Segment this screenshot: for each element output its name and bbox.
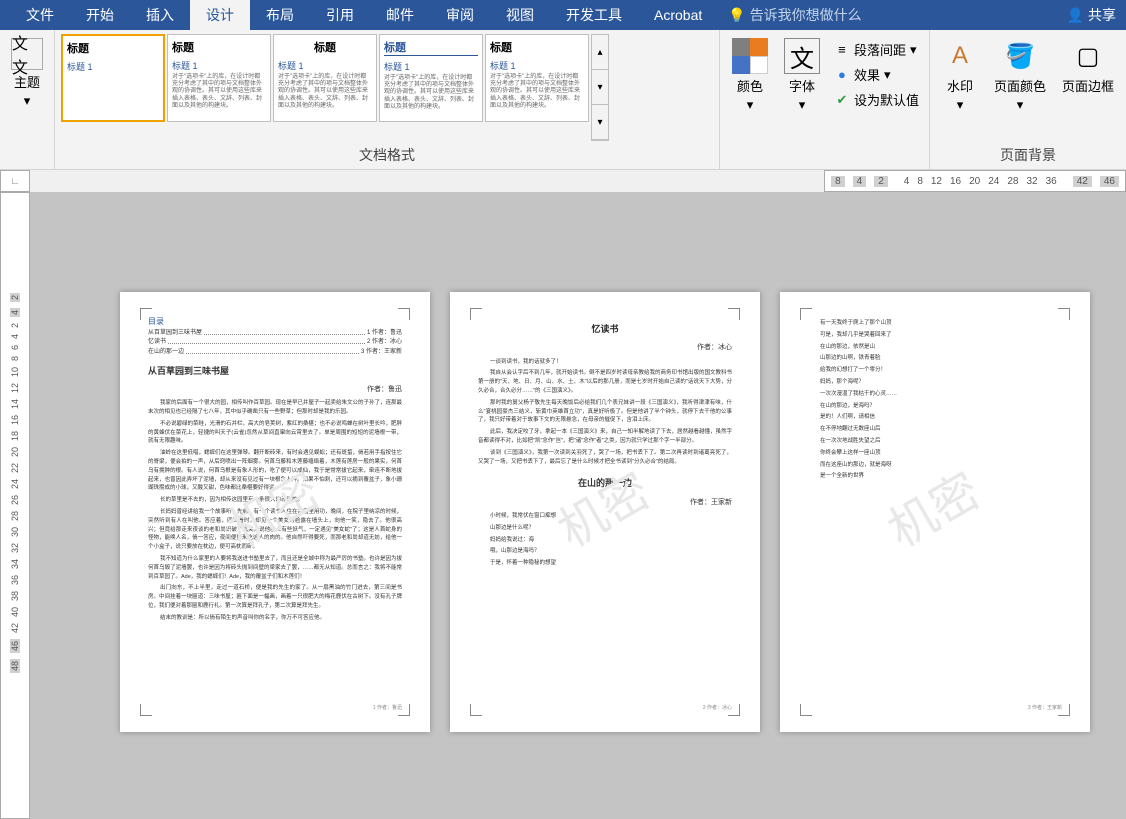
tab-mail[interactable]: 邮件 [370, 0, 430, 30]
paragraph-spacing-button[interactable]: ≡ 段落间距 ▾ [830, 38, 923, 61]
page-color-button[interactable]: 🪣 页面颜色 ▾ [988, 34, 1052, 141]
tell-me-search[interactable]: 💡 告诉我你想做什么 [728, 5, 861, 25]
page-border-label: 页面边框 [1062, 76, 1114, 95]
style-thumb-2[interactable]: 标题 标题 1 对于"选项卡"上的库，在设计时都充分考虑了其中的项与文档整体外观… [167, 34, 271, 122]
style-thumb-body: 对于"选项卡"上的库，在设计时都充分考虑了其中的项与文档整体外观的协调性。其可以… [490, 74, 584, 110]
colors-label: 颜色 [737, 76, 763, 95]
tab-references[interactable]: 引用 [310, 0, 370, 30]
lightbulb-icon: 💡 [728, 7, 745, 24]
page1-author: 作者：鲁迅 [148, 384, 402, 395]
bucket-icon: 🪣 [1002, 38, 1038, 74]
group-label-docformat: 文档格式 [61, 141, 713, 165]
chevron-down-icon: ▾ [747, 97, 754, 113]
page-3[interactable]: 机密 有一天我终于爬上了那个山顶可是，我却几乎是哭着回来了在山的那边，依然是山山… [780, 292, 1090, 732]
chevron-down-icon: ▾ [957, 97, 964, 113]
watermark-icon: A [942, 38, 978, 74]
page3-footer: 3 作者：王家新 [1028, 704, 1062, 712]
spacing-icon: ≡ [834, 42, 850, 58]
tab-insert[interactable]: 插入 [130, 0, 190, 30]
tab-file[interactable]: 文件 [10, 0, 70, 30]
style-thumb-4[interactable]: 标题 标题 1 对于"选项卡"上的库，在设计时都充分考虑了其中的项与文档整体外观… [379, 34, 483, 122]
style-thumb-1[interactable]: 标题 标题 1 [61, 34, 165, 122]
group-label-pagebg: 页面背景 [936, 141, 1120, 165]
page2-author2: 作者：王家新 [478, 497, 732, 508]
ruler-horizontal[interactable]: 84248121620242832364246 [824, 170, 1126, 192]
gallery-scroll: ▴ ▾ ▾ [591, 34, 609, 141]
ruler-vertical[interactable]: 2424681012141618202224262830323436384042… [0, 192, 30, 819]
themes-label: 主题 [14, 72, 40, 91]
set-default-label: 设为默认值 [854, 90, 919, 109]
style-thumb-body: 对于"选项卡"上的库，在设计时都充分考虑了其中的项与文档整体外观的协调性。其可以… [278, 74, 372, 110]
tab-design[interactable]: 设计 [190, 0, 250, 30]
gallery-more-button[interactable]: ▾ [592, 105, 608, 140]
style-thumb-sub: 标题 1 [67, 60, 159, 73]
toc-heading: 目录 [148, 316, 402, 329]
themes-icon: 文文 [11, 38, 43, 70]
tab-acrobat[interactable]: Acrobat [638, 2, 718, 28]
style-thumb-3[interactable]: 标题 标题 1 对于"选项卡"上的库，在设计时都充分考虑了其中的项与文档整体外观… [273, 34, 377, 122]
style-gallery: 标题 标题 1 标题 标题 1 对于"选项卡"上的库，在设计时都充分考虑了其中的… [61, 34, 713, 141]
style-thumb-sub: 标题 1 [278, 59, 372, 72]
fonts-label: 字体 [789, 76, 815, 95]
set-default-button[interactable]: ✔ 设为默认值 [830, 88, 923, 111]
share-button[interactable]: 👤 共享 [1067, 5, 1116, 25]
style-thumb-5[interactable]: 标题 标题 1 对于"选项卡"上的库，在设计时都充分考虑了其中的项与文档整体外观… [485, 34, 589, 122]
fonts-button[interactable]: 文 字体 ▾ [778, 34, 826, 145]
style-thumb-body: 对于"选项卡"上的库，在设计时都充分考虑了其中的项与文档整体外观的协调性。其可以… [384, 75, 478, 111]
colors-button[interactable]: 颜色 ▾ [726, 34, 774, 145]
tab-view[interactable]: 视图 [490, 0, 550, 30]
themes-button[interactable]: 文文 主题 ▾ [6, 34, 48, 109]
paragraph-spacing-label: 段落间距 [854, 40, 906, 59]
tell-me-label: 告诉我你想做什么 [750, 5, 862, 25]
ribbon-tabs: 文件 开始 插入 设计 布局 引用 邮件 审阅 视图 开发工具 Acrobat … [0, 0, 1126, 30]
style-thumb-title: 标题 [172, 39, 266, 55]
chevron-down-icon: ▾ [799, 97, 806, 113]
color-swatch-icon [732, 38, 768, 74]
watermark-button[interactable]: A 水印 ▾ [936, 34, 984, 141]
page2-title1: 忆读书 [478, 322, 732, 336]
chevron-down-icon: ▾ [24, 93, 31, 109]
page-1[interactable]: 机密 目录 从百草园到三味书屋1 作者：鲁迅忆读书2 作者：冰心在山的那一边3 … [120, 292, 430, 732]
page-color-label: 页面颜色 [994, 76, 1046, 95]
style-thumb-title: 标题 [67, 40, 159, 56]
tab-layout[interactable]: 布局 [250, 0, 310, 30]
style-thumb-body: 对于"选项卡"上的库，在设计时都充分考虑了其中的项与文档整体外观的协调性。其可以… [172, 74, 266, 110]
check-icon: ✔ [834, 92, 850, 108]
ribbon: 文文 主题 ▾ 标题 标题 1 标题 标题 1 对于"选项卡"上的库，在设计时都… [0, 30, 1126, 170]
page1-title: 从百草园到三味书屋 [148, 364, 402, 378]
style-thumb-sub: 标题 1 [490, 59, 584, 72]
page2-footer: 2 作者：冰心 [703, 704, 732, 712]
chevron-down-icon: ▾ [910, 42, 917, 58]
tab-devtools[interactable]: 开发工具 [550, 0, 638, 30]
style-thumb-title: 标题 [384, 39, 478, 56]
chevron-down-icon: ▾ [1017, 97, 1024, 113]
page-2[interactable]: 机密 忆读书 作者：冰心 一谈到读书，我的话就多了！我自从会认字后不到几年，就开… [450, 292, 760, 732]
page2-author1: 作者：冰心 [478, 342, 732, 353]
style-thumb-sub: 标题 1 [384, 60, 478, 73]
watermark-label: 水印 [947, 76, 973, 95]
effects-label: 效果 [854, 65, 880, 84]
share-label: 共享 [1088, 5, 1116, 25]
gallery-up-button[interactable]: ▴ [592, 35, 608, 70]
chevron-down-icon: ▾ [884, 67, 891, 83]
effects-button[interactable]: ● 效果 ▾ [830, 63, 923, 86]
ruler-corner[interactable]: ∟ [0, 170, 30, 192]
page-border-button[interactable]: ▢ 页面边框 [1056, 34, 1120, 141]
style-thumb-title: 标题 [278, 39, 372, 55]
person-icon: 👤 [1067, 7, 1084, 24]
gallery-down-button[interactable]: ▾ [592, 70, 608, 105]
effects-icon: ● [834, 67, 850, 83]
style-thumb-title: 标题 [490, 39, 584, 55]
document-area[interactable]: 机密 目录 从百草园到三味书屋1 作者：鲁迅忆读书2 作者：冰心在山的那一边3 … [30, 192, 1126, 819]
page1-footer: 1 作者：鲁迅 [373, 704, 402, 712]
page2-title2: 在山的那一边 [478, 476, 732, 490]
font-icon: 文 [784, 38, 820, 74]
style-thumb-sub: 标题 1 [172, 59, 266, 72]
tab-review[interactable]: 审阅 [430, 0, 490, 30]
tab-home[interactable]: 开始 [70, 0, 130, 30]
page-border-icon: ▢ [1070, 38, 1106, 74]
